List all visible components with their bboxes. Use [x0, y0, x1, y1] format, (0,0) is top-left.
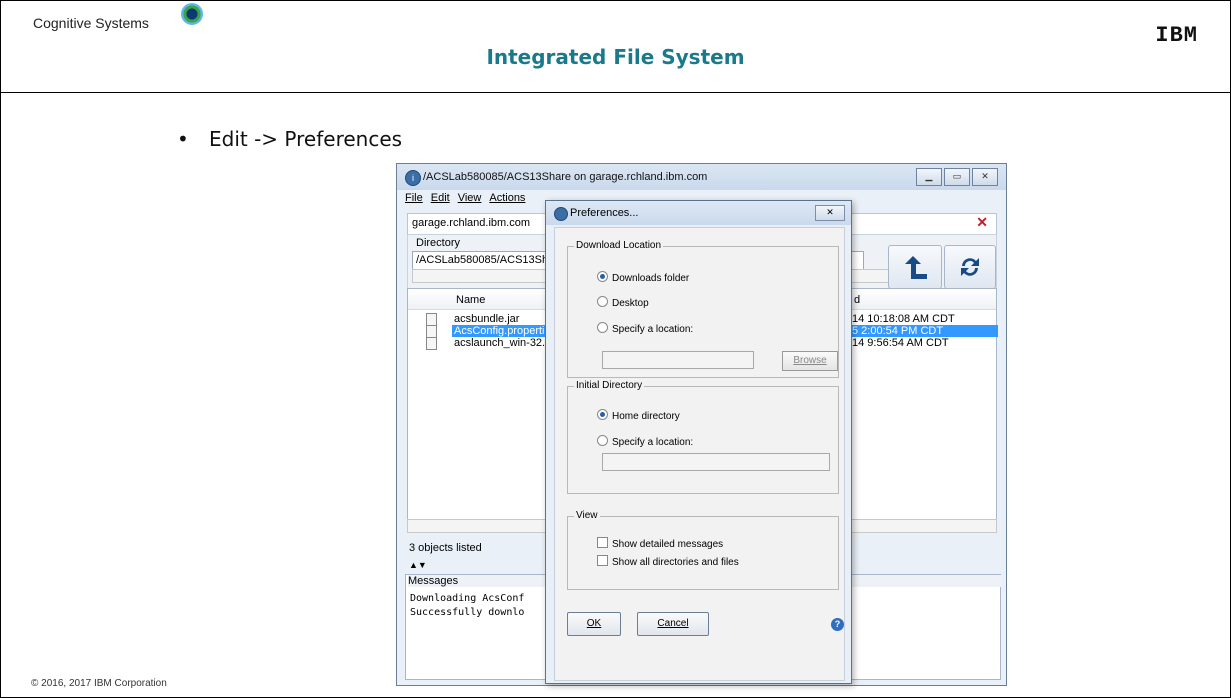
- initial-directory-group: Initial Directory Home directory Specify…: [567, 380, 839, 494]
- parent-directory-button[interactable]: [888, 245, 942, 289]
- dialog-body: Download Location Downloads folder Deskt…: [554, 227, 845, 681]
- exe-file-icon: [426, 337, 437, 350]
- column-name[interactable]: Name: [456, 294, 485, 306]
- radio-icon: [597, 296, 608, 307]
- group-label: Download Location: [574, 240, 664, 251]
- file-date: 14 9:56:54 AM CDT: [852, 337, 949, 349]
- radio-icon: [597, 435, 608, 446]
- bullet-item: • Edit -> Preferences: [177, 127, 402, 151]
- menu-view[interactable]: View: [458, 192, 482, 204]
- message-line: Successfully downlo: [410, 607, 525, 618]
- window-title: /ACSLab580085/ACS13Share on garage.rchla…: [423, 171, 708, 183]
- header-divider: [1, 92, 1230, 93]
- refresh-icon: [961, 258, 979, 276]
- initial-directory-input[interactable]: [602, 453, 830, 471]
- directory-label: Directory: [416, 237, 461, 249]
- minimize-icon[interactable]: ▁: [916, 168, 942, 186]
- radio-label: Specify a location:: [612, 324, 694, 335]
- radio-icon: [597, 322, 608, 333]
- close-connection-icon[interactable]: ✕: [976, 214, 988, 231]
- help-icon[interactable]: ?: [831, 618, 844, 631]
- menu-file[interactable]: File: [405, 192, 423, 204]
- view-group: View Show detailed messages Show all dir…: [567, 510, 839, 590]
- menu-actions[interactable]: Actions: [489, 192, 525, 204]
- radio-selected-icon: [597, 271, 608, 282]
- radio-specify-location[interactable]: Specify a location:: [597, 322, 693, 335]
- radio-label: Downloads folder: [612, 273, 690, 284]
- window-titlebar[interactable]: i /ACSLab580085/ACS13Share on garage.rch…: [397, 164, 1006, 190]
- radio-downloads-folder[interactable]: Downloads folder: [597, 271, 689, 284]
- objects-count: 3 objects listed: [409, 542, 482, 554]
- dialog-title: Preferences...: [570, 207, 639, 219]
- directory-value: /ACSLab580085/ACS13Share: [416, 254, 564, 266]
- column-date[interactable]: d: [854, 294, 860, 306]
- cancel-button[interactable]: Cancel: [637, 612, 709, 636]
- radio-label: Home directory: [612, 411, 680, 422]
- app-icon: i: [405, 170, 421, 186]
- radio-selected-icon: [597, 409, 608, 420]
- download-location-group: Download Location Downloads folder Deskt…: [567, 240, 839, 378]
- ok-button[interactable]: OK: [567, 612, 621, 636]
- group-label: View: [574, 510, 600, 521]
- maximize-icon[interactable]: ▭: [944, 168, 970, 186]
- file-date: 5 2:00:54 PM CDT: [848, 325, 998, 337]
- slide-title: Integrated File System: [486, 45, 745, 69]
- browse-button[interactable]: Browse: [782, 351, 838, 371]
- checkbox-show-all-directories[interactable]: Show all directories and files: [597, 555, 739, 568]
- expand-collapse-icon[interactable]: ▲▼: [409, 560, 427, 570]
- checkbox-show-detailed-messages[interactable]: Show detailed messages: [597, 537, 723, 550]
- refresh-button[interactable]: [944, 245, 996, 289]
- bullet-dot-icon: •: [177, 127, 189, 151]
- ibm-logo-icon: IBM: [1155, 23, 1198, 48]
- copyright: © 2016, 2017 IBM Corporation: [31, 678, 167, 689]
- message-line: Downloading AcsConf: [410, 593, 525, 604]
- radio-home-directory[interactable]: Home directory: [597, 409, 680, 422]
- menu-edit[interactable]: Edit: [431, 192, 450, 204]
- brand-label: Cognitive Systems: [33, 15, 149, 31]
- host-label: garage.rchland.ibm.com: [412, 217, 531, 229]
- checkbox-label: Show detailed messages: [612, 539, 724, 550]
- radio-label: Specify a location:: [612, 437, 694, 448]
- dialog-titlebar[interactable]: Preferences... ✕: [546, 201, 851, 225]
- dialog-close-icon[interactable]: ✕: [815, 205, 845, 221]
- checkbox-icon: [597, 537, 608, 548]
- close-icon[interactable]: ✕: [972, 168, 998, 186]
- preferences-dialog: Preferences... ✕ Download Location Downl…: [545, 200, 852, 684]
- window-controls: ▁ ▭ ✕: [916, 168, 998, 186]
- file-name: acsbundle.jar: [454, 313, 520, 325]
- app-icon: [554, 207, 568, 221]
- checkbox-label: Show all directories and files: [612, 557, 739, 568]
- up-arrow-icon: [905, 256, 927, 279]
- radio-label: Desktop: [612, 298, 649, 309]
- file-date: 14 10:18:08 AM CDT: [852, 313, 955, 325]
- file-name: AcsConfig.properties: [452, 325, 559, 337]
- radio-specify-location[interactable]: Specify a location:: [597, 435, 693, 448]
- cognitive-systems-logo-icon: [181, 3, 203, 25]
- bullet-text: Edit -> Preferences: [209, 127, 403, 151]
- checkbox-icon: [597, 555, 608, 566]
- group-label: Initial Directory: [574, 380, 645, 391]
- radio-desktop[interactable]: Desktop: [597, 296, 649, 309]
- download-location-input[interactable]: [602, 351, 754, 369]
